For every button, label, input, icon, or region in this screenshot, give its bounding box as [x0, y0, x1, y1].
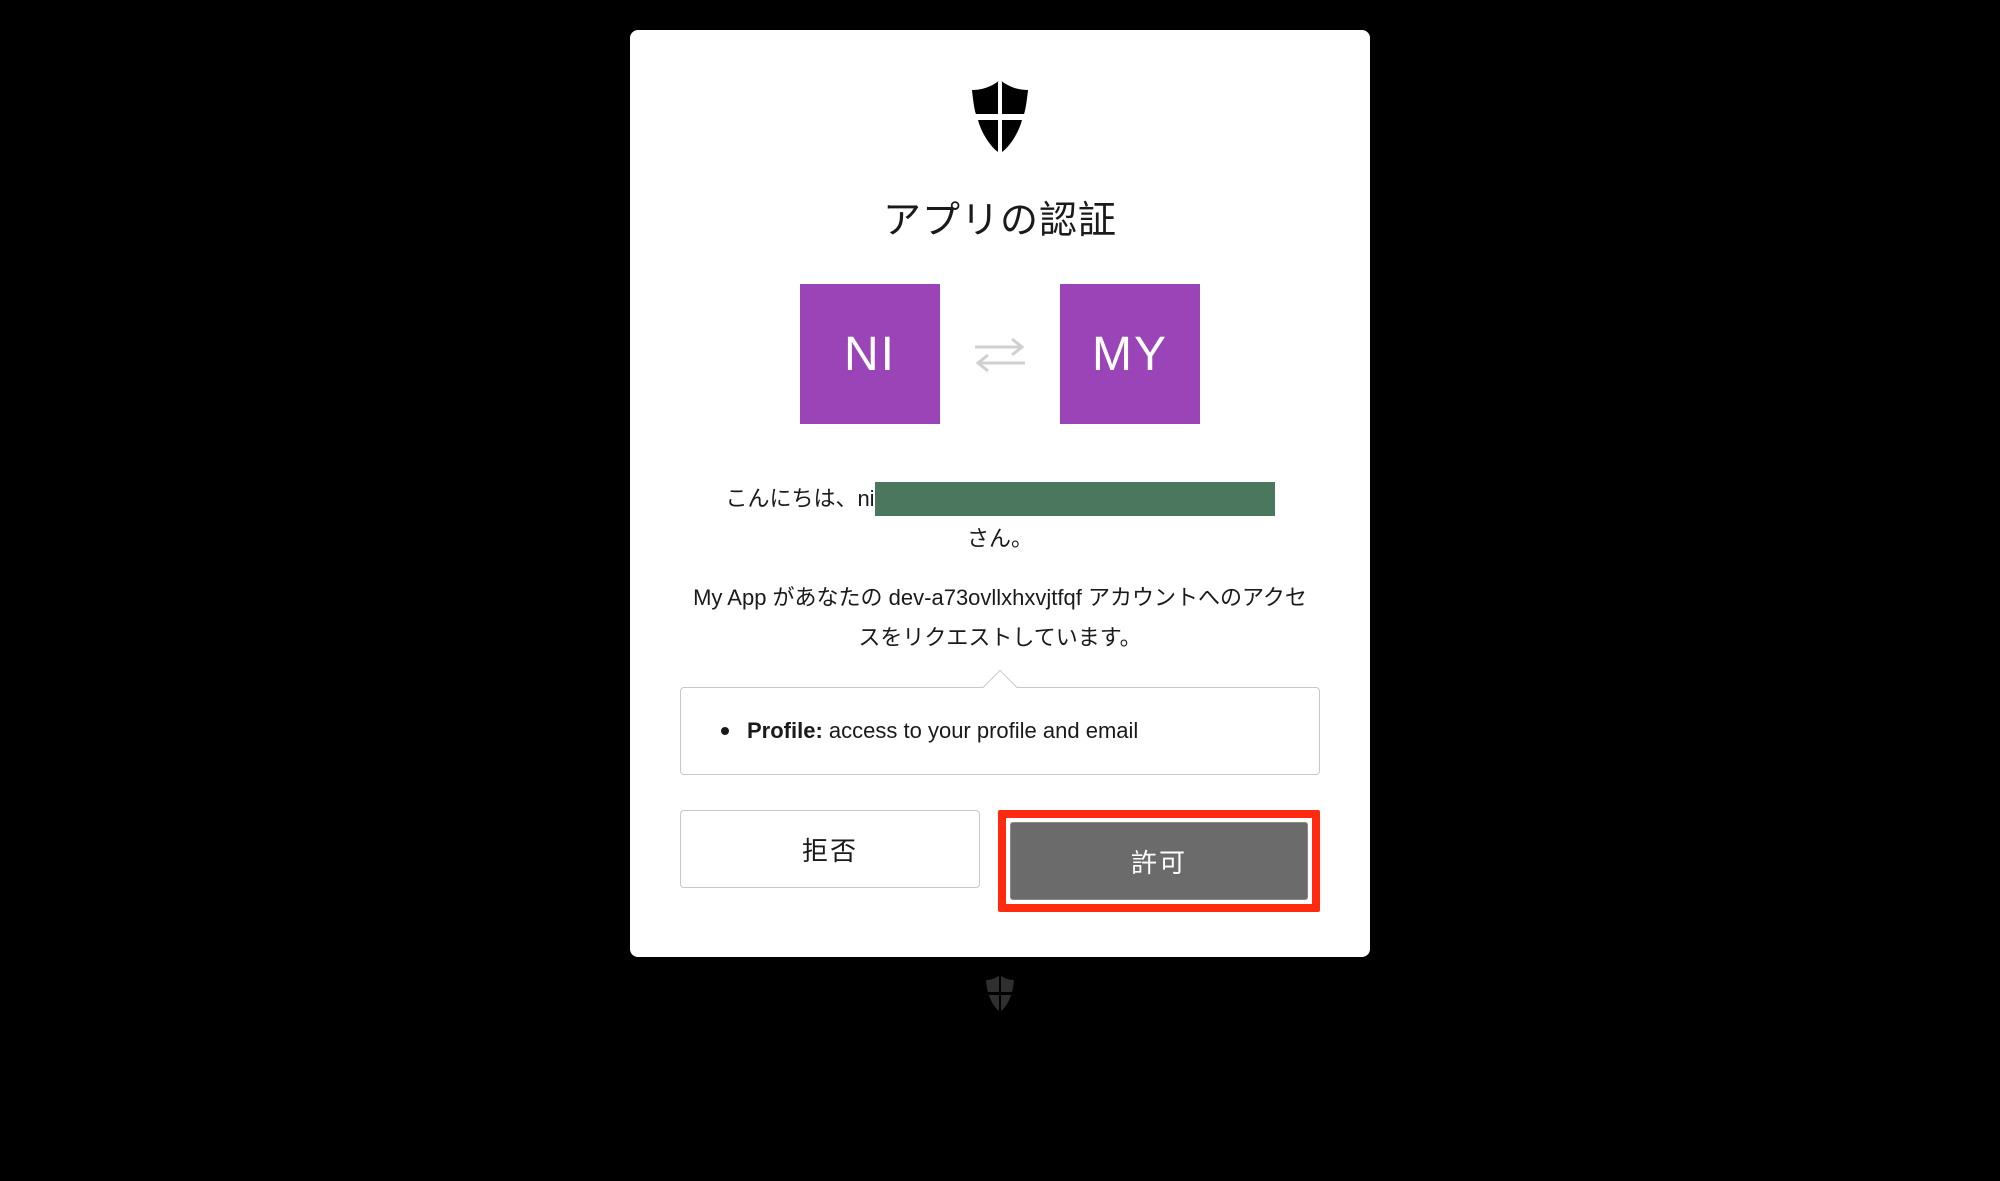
request-description: My App があなたの dev-a73ovllxhxvjtfqf アカウントへ… — [680, 578, 1320, 657]
redacted-username — [875, 482, 1275, 516]
action-button-row: 拒否 許可 — [680, 810, 1320, 912]
shield-logo-icon — [970, 80, 1030, 154]
allow-button-highlight: 許可 — [998, 810, 1320, 912]
consent-dialog: アプリの認証 NI MY こんにちは、ni さん。 My App があなたの d… — [630, 30, 1370, 957]
app-connection-row: NI MY — [800, 284, 1200, 424]
scope-item: Profile: access to your profile and emai… — [721, 718, 1279, 744]
client-app-tile: MY — [1060, 284, 1200, 424]
exchange-arrows-icon — [970, 329, 1030, 379]
scope-label: Profile: — [747, 718, 823, 743]
deny-button[interactable]: 拒否 — [680, 810, 980, 888]
user-app-tile: NI — [800, 284, 940, 424]
page-title: アプリの認証 — [883, 189, 1117, 244]
greeting-suffix: さん。 — [680, 519, 1320, 559]
scope-permissions-box: Profile: access to your profile and emai… — [680, 687, 1320, 775]
greeting-prefix: こんにちは、ni — [725, 479, 874, 519]
allow-button[interactable]: 許可 — [1010, 822, 1308, 900]
footer-shield-icon — [985, 975, 1015, 1011]
greeting-text: こんにちは、ni さん。 — [680, 479, 1320, 558]
scope-description: access to your profile and email — [829, 718, 1138, 743]
bullet-icon — [721, 727, 729, 735]
